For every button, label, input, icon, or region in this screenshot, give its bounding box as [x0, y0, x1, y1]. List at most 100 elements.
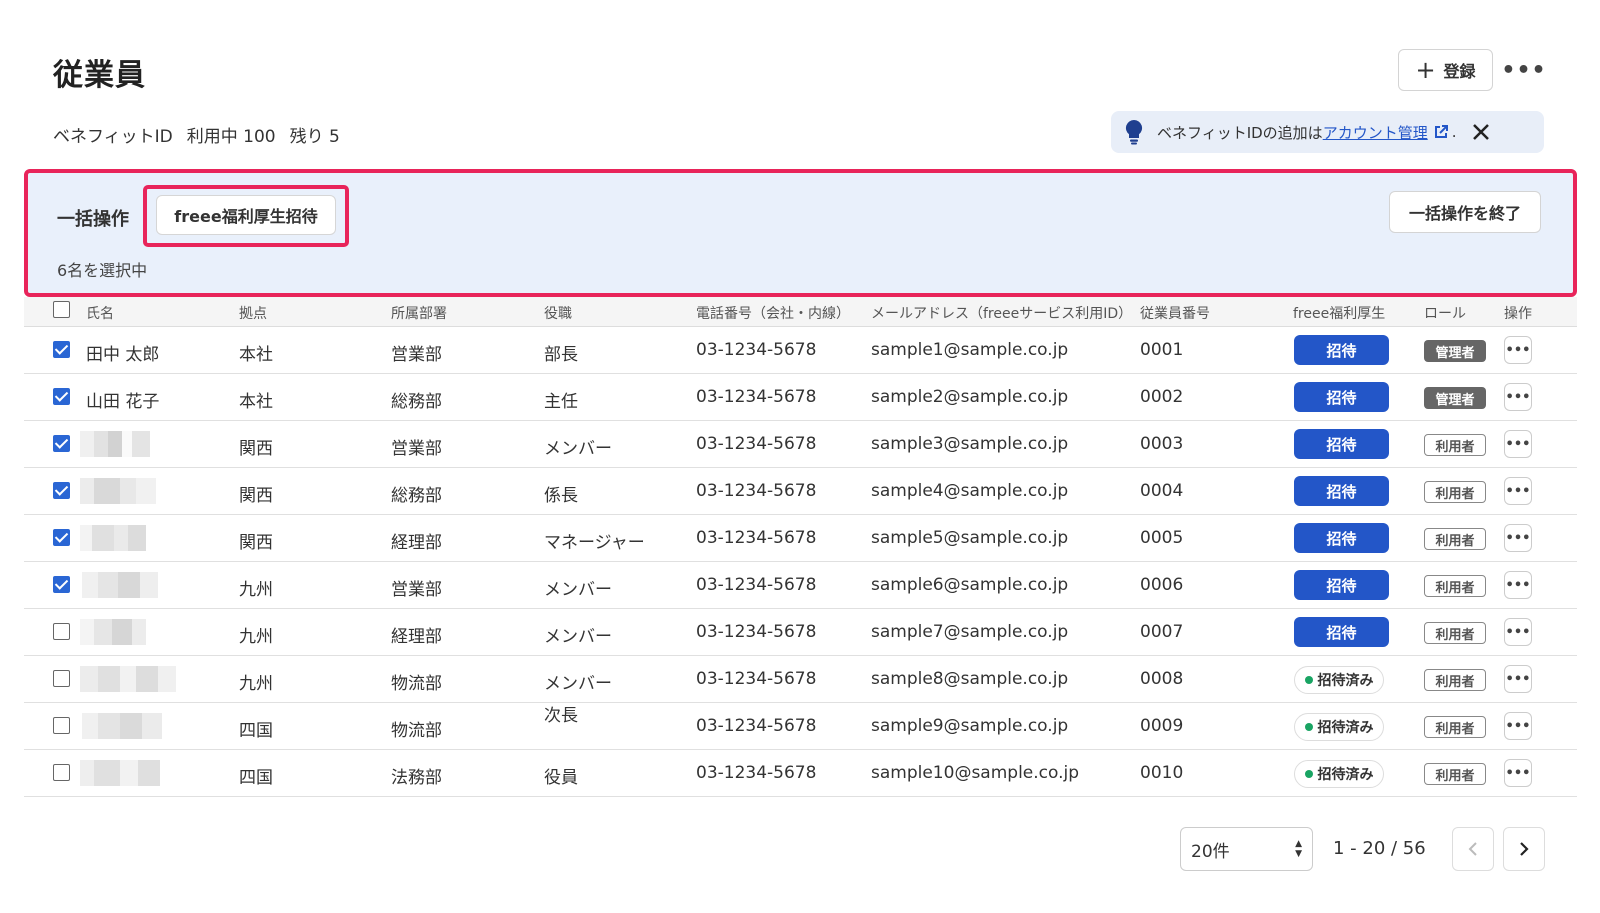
- table-row[interactable]: 四国 法務部 役員 03-1234-5678 sample10@sample.c…: [24, 750, 1577, 797]
- row-checkbox[interactable]: [53, 435, 70, 452]
- account-management-link[interactable]: アカウント管理: [1323, 122, 1428, 143]
- invite-button[interactable]: 招待: [1294, 617, 1389, 647]
- employee-name[interactable]: 山田 花子: [86, 387, 159, 412]
- employee-name[interactable]: 田中 太郎: [86, 340, 159, 365]
- column-header-benefit[interactable]: freee福利厚生: [1293, 303, 1385, 323]
- row-menu-icon[interactable]: •••: [1504, 430, 1532, 458]
- role-badge: 利用者: [1424, 669, 1486, 691]
- end-bulk-operation-button[interactable]: 一括操作を終了: [1389, 191, 1541, 233]
- blurred-name[interactable]: [80, 525, 146, 551]
- row-menu-icon[interactable]: •••: [1504, 383, 1532, 411]
- page-title: 従業員: [53, 58, 146, 93]
- row-menu-icon[interactable]: •••: [1504, 524, 1532, 552]
- employee-position: 部長: [544, 345, 578, 365]
- blurred-name[interactable]: [80, 760, 160, 786]
- column-header-employee-no[interactable]: 従業員番号: [1140, 303, 1210, 323]
- table-row[interactable]: 四国 物流部 次長 03-1234-5678 sample9@sample.co…: [24, 703, 1577, 750]
- blurred-name[interactable]: [80, 478, 162, 504]
- row-menu-icon[interactable]: •••: [1504, 477, 1532, 505]
- column-header-phone[interactable]: 電話番号（会社・内線）: [696, 303, 850, 323]
- row-menu-icon[interactable]: •••: [1504, 759, 1532, 787]
- row-checkbox[interactable]: [53, 717, 70, 734]
- table-row[interactable]: 田中 太郎 本社 営業部 部長 03-1234-5678 sample1@sam…: [24, 327, 1577, 374]
- employee-email: sample7@sample.co.jp: [871, 622, 1069, 642]
- blurred-name[interactable]: [80, 431, 162, 457]
- chevron-right-icon: [1520, 842, 1529, 856]
- register-button[interactable]: + 登録: [1398, 49, 1493, 91]
- employee-phone: 03-1234-5678: [696, 340, 817, 360]
- external-link-icon[interactable]: [1432, 123, 1450, 141]
- employee-number: 0007: [1140, 622, 1184, 642]
- column-header-action: 操作: [1504, 306, 1532, 322]
- column-header-location[interactable]: 拠点: [239, 303, 267, 323]
- role-badge: 管理者: [1424, 340, 1486, 362]
- invited-status-label: 招待済み: [1317, 720, 1374, 736]
- row-checkbox[interactable]: [53, 529, 70, 546]
- employee-location: 関西: [239, 533, 273, 553]
- employee-position: メンバー: [544, 580, 612, 600]
- next-page-button[interactable]: [1503, 827, 1545, 871]
- table-row[interactable]: 関西 経理部 マネージャー 03-1234-5678 sample5@sampl…: [24, 515, 1577, 562]
- blurred-name[interactable]: [80, 666, 176, 692]
- table-row[interactable]: 九州 営業部 メンバー 03-1234-5678 sample6@sample.…: [24, 562, 1577, 609]
- invite-button[interactable]: 招待: [1294, 382, 1389, 412]
- prev-page-button[interactable]: [1452, 827, 1494, 871]
- row-checkbox[interactable]: [53, 482, 70, 499]
- page-range: 1 - 20 / 56: [1333, 838, 1426, 859]
- row-menu-icon[interactable]: •••: [1504, 336, 1532, 364]
- role-badge: 利用者: [1424, 763, 1486, 785]
- row-checkbox[interactable]: [53, 341, 70, 358]
- invited-status: 招待済み: [1294, 666, 1384, 694]
- employee-email: sample1@sample.co.jp: [871, 340, 1069, 360]
- row-checkbox[interactable]: [53, 670, 70, 687]
- employee-email: sample10@sample.co.jp: [871, 763, 1080, 783]
- table-row[interactable]: 九州 経理部 メンバー 03-1234-5678 sample7@sample.…: [24, 609, 1577, 656]
- more-options-icon[interactable]: •••: [1501, 56, 1545, 84]
- column-header-role[interactable]: ロール: [1424, 303, 1466, 323]
- row-checkbox[interactable]: [53, 764, 70, 781]
- employee-position: 係長: [544, 486, 578, 506]
- row-checkbox[interactable]: [53, 388, 70, 405]
- invite-button[interactable]: 招待: [1294, 570, 1389, 600]
- invited-status: 招待済み: [1294, 713, 1384, 741]
- employee-email: sample9@sample.co.jp: [871, 716, 1069, 736]
- invited-status: 招待済み: [1294, 760, 1384, 788]
- table-row[interactable]: 関西 営業部 メンバー 03-1234-5678 sample3@sample.…: [24, 421, 1577, 468]
- row-checkbox[interactable]: [53, 623, 70, 640]
- blurred-name[interactable]: [80, 619, 146, 645]
- invite-button[interactable]: 招待: [1294, 335, 1389, 365]
- invite-button[interactable]: 招待: [1294, 523, 1389, 553]
- invite-button[interactable]: 招待: [1294, 476, 1389, 506]
- column-header-name[interactable]: 氏名: [86, 303, 114, 323]
- employee-email: sample4@sample.co.jp: [871, 481, 1069, 501]
- column-header-position[interactable]: 役職: [544, 303, 572, 323]
- invite-button[interactable]: 招待: [1294, 429, 1389, 459]
- close-icon[interactable]: [1470, 121, 1492, 143]
- notice-period: .: [1451, 123, 1457, 141]
- table-row[interactable]: 関西 総務部 係長 03-1234-5678 sample4@sample.co…: [24, 468, 1577, 515]
- benefit-invite-button[interactable]: freee福利厚生招待: [156, 195, 336, 235]
- row-menu-icon[interactable]: •••: [1504, 571, 1532, 599]
- employee-number: 0004: [1140, 481, 1184, 501]
- select-all-checkbox[interactable]: [53, 301, 70, 318]
- column-header-department[interactable]: 所属部署: [391, 303, 447, 323]
- employee-number: 0010: [1140, 763, 1184, 783]
- employee-department: 物流部: [391, 721, 442, 741]
- column-header-email[interactable]: メールアドレス（freeeサービス利用ID）: [871, 303, 1132, 323]
- invited-status-label: 招待済み: [1317, 767, 1374, 783]
- selected-count: 6名を選択中: [57, 261, 148, 280]
- employee-location: 九州: [239, 627, 273, 647]
- blurred-name[interactable]: [82, 572, 158, 598]
- table-row[interactable]: 山田 花子 本社 総務部 主任 03-1234-5678 sample2@sam…: [24, 374, 1577, 421]
- employee-number: 0002: [1140, 387, 1184, 407]
- blurred-name[interactable]: [82, 713, 162, 739]
- row-menu-icon[interactable]: •••: [1504, 618, 1532, 646]
- per-page-select[interactable]: 20件 ▲ ▼: [1180, 827, 1313, 871]
- table-row[interactable]: 九州 物流部 メンバー 03-1234-5678 sample8@sample.…: [24, 656, 1577, 703]
- row-checkbox[interactable]: [53, 576, 70, 593]
- employee-position: 主任: [544, 392, 578, 412]
- row-menu-icon[interactable]: •••: [1504, 712, 1532, 740]
- row-menu-icon[interactable]: •••: [1504, 665, 1532, 693]
- employee-location: 本社: [239, 345, 273, 365]
- employee-location: 九州: [239, 674, 273, 694]
